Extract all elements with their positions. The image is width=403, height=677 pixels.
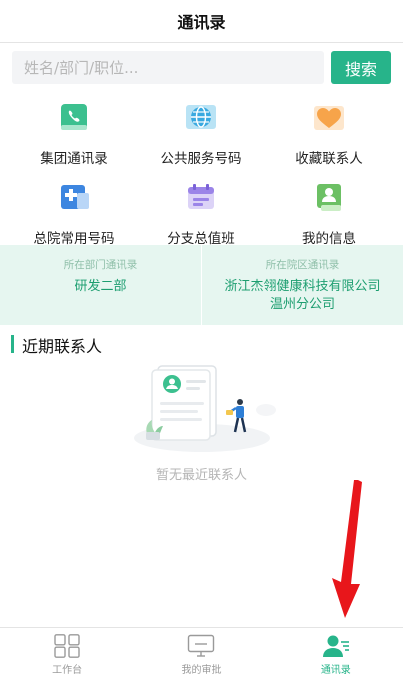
bottom-tab-bar: 工作台 我的审批 通讯录	[0, 627, 403, 677]
branch-duty-button[interactable]: 分支总值班	[134, 176, 268, 247]
public-service-button[interactable]: 公共服务号码	[134, 96, 268, 167]
grid-item-label: 集团通讯录	[40, 151, 108, 167]
hospital-icon	[61, 185, 89, 209]
hospital-numbers-button[interactable]: 总院常用号码	[7, 176, 141, 247]
search-bar: 搜索	[12, 51, 391, 84]
grid-item-label: 收藏联系人	[295, 151, 363, 167]
campus-name: 浙江杰翎健康科技有限公司 温州分公司	[202, 278, 403, 314]
campus-name-line1: 浙江杰翎健康科技有限公司	[224, 279, 381, 294]
campus-directory-caption: 所在院区通讯录	[265, 259, 340, 271]
monitor-icon	[188, 634, 215, 657]
tab-workbench[interactable]: 工作台	[0, 628, 134, 677]
campus-name-line2: 温州分公司	[269, 297, 335, 312]
empty-state-illustration	[134, 365, 276, 452]
directory-shortcuts: 所在部门通讯录 研发二部 所在院区通讯录 浙江杰翎健康科技有限公司 温州分公司	[0, 245, 403, 325]
favorite-contacts-button[interactable]: 收藏联系人	[262, 96, 396, 167]
search-input[interactable]	[12, 51, 324, 84]
top-header: 通讯录	[0, 0, 403, 43]
heart-icon	[314, 106, 344, 130]
page-title: 通讯录	[177, 13, 226, 32]
contacts-icon	[322, 635, 349, 657]
calendar-icon	[188, 184, 214, 209]
tab-contacts[interactable]: 通讯录	[269, 628, 403, 677]
tab-label: 工作台	[52, 665, 83, 676]
grid-item-label: 总院常用号码	[33, 231, 115, 247]
grid-item-label: 分支总值班	[167, 231, 235, 247]
id-card-icon	[317, 184, 341, 211]
campus-directory[interactable]: 所在院区通讯录 浙江杰翎健康科技有限公司 温州分公司	[201, 245, 403, 325]
recent-contacts-title: 近期联系人	[22, 337, 103, 356]
department-name: 研发二部	[74, 279, 127, 294]
book-phone-icon	[61, 104, 87, 130]
red-arrow-annotation	[332, 480, 362, 618]
tab-label: 通讯录	[320, 665, 351, 676]
my-info-button[interactable]: 我的信息	[262, 176, 396, 247]
grid-icon	[54, 634, 80, 658]
department-directory[interactable]: 所在部门通讯录 研发二部	[0, 245, 201, 325]
grid-item-label: 公共服务号码	[160, 151, 242, 167]
search-button[interactable]: 搜索	[331, 51, 391, 84]
section-accent-bar	[11, 335, 14, 353]
globe-icon	[186, 105, 216, 129]
group-directory-button[interactable]: 集团通讯录	[7, 96, 141, 167]
tab-my-approval[interactable]: 我的审批	[134, 628, 268, 677]
department-directory-caption: 所在部门通讯录	[63, 259, 138, 271]
tab-label: 我的审批	[181, 665, 222, 676]
grid-item-label: 我的信息	[302, 231, 356, 247]
